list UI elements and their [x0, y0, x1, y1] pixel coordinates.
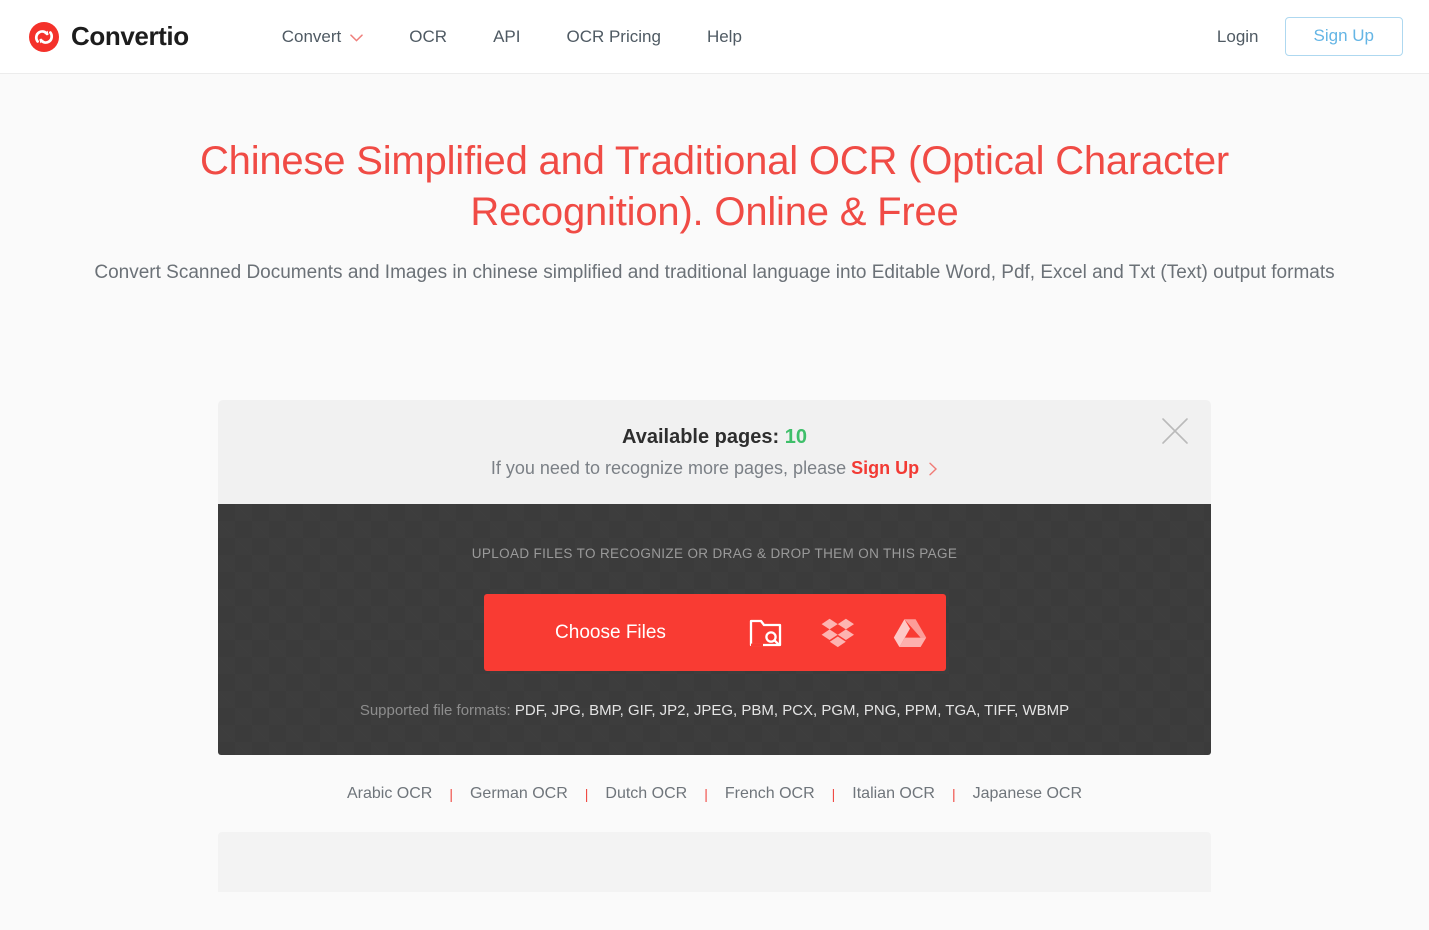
nav-item-label: OCR: [409, 26, 448, 46]
main-nav: Convert OCR API OCR Pricing Help: [259, 21, 765, 53]
signup-button[interactable]: Sign Up: [1284, 17, 1403, 56]
available-pages-count: 10: [784, 426, 807, 448]
language-link-dutch[interactable]: Dutch OCR: [588, 785, 704, 803]
brand-logo[interactable]: Convertio: [28, 21, 189, 53]
convertio-logo-icon: [28, 21, 60, 53]
chevron-down-icon: [350, 27, 364, 47]
supported-formats: Supported file formats: PDF, JPG, BMP, G…: [218, 702, 1211, 719]
nav-item-ocr-pricing[interactable]: OCR Pricing: [543, 21, 683, 53]
choose-files-bar: Choose Files: [483, 594, 946, 671]
google-drive-icon[interactable]: [874, 594, 946, 671]
language-link-arabic[interactable]: Arabic OCR: [330, 785, 449, 803]
dropbox-icon[interactable]: [802, 594, 874, 671]
nav-item-label: Convert: [281, 26, 342, 46]
dropzone-hint: UPLOAD FILES TO RECOGNIZE OR DRAG & DROP…: [471, 546, 958, 561]
nav-item-convert[interactable]: Convert: [259, 21, 387, 53]
chevron-right-icon: [919, 458, 938, 478]
language-links: Arabic OCR | German OCR | Dutch OCR | Fr…: [218, 785, 1211, 803]
upgrade-prompt-text: If you need to recognize more pages, ple…: [490, 458, 847, 478]
hero-section: Chinese Simplified and Traditional OCR (…: [0, 74, 1429, 289]
close-icon[interactable]: [1158, 414, 1192, 448]
nav-item-label: API: [493, 26, 521, 46]
login-link[interactable]: Login: [1217, 27, 1259, 47]
content-panel-below: [218, 832, 1211, 892]
language-link-japanese[interactable]: Japanese OCR: [956, 785, 1099, 803]
site-header: Convertio Convert OCR API OCR Pricing He…: [0, 0, 1429, 74]
page-subtitle: Convert Scanned Documents and Images in …: [94, 262, 1335, 283]
nav-item-help[interactable]: Help: [684, 21, 765, 53]
brand-name: Convertio: [71, 21, 189, 51]
available-pages-line: Available pages: 10: [218, 426, 1211, 449]
upload-widget: Available pages: 10 If you need to recog…: [218, 400, 1211, 755]
header-actions: Login Sign Up: [1217, 17, 1403, 56]
nav-item-label: Help: [706, 26, 742, 46]
page-title: Chinese Simplified and Traditional OCR (…: [105, 136, 1325, 238]
nav-item-ocr[interactable]: OCR: [386, 21, 470, 53]
choose-files-button[interactable]: Choose Files: [484, 622, 730, 644]
page-title-line2: Online & Free: [714, 190, 959, 234]
banner-signup-link[interactable]: Sign Up: [851, 458, 919, 478]
upgrade-prompt: If you need to recognize more pages, ple…: [218, 458, 1211, 479]
language-link-italian[interactable]: Italian OCR: [835, 785, 952, 803]
language-link-german[interactable]: German OCR: [453, 785, 585, 803]
supported-formats-label: Supported file formats:: [359, 702, 511, 719]
nav-item-label: OCR Pricing: [566, 26, 661, 46]
supported-formats-list: PDF, JPG, BMP, GIF, JP2, JPEG, PBM, PCX,…: [514, 702, 1070, 719]
language-link-french[interactable]: French OCR: [708, 785, 832, 803]
nav-item-api[interactable]: API: [470, 21, 543, 53]
available-pages-banner: Available pages: 10 If you need to recog…: [218, 400, 1211, 504]
available-pages-label: Available pages:: [622, 426, 780, 448]
from-computer-icon[interactable]: [730, 594, 802, 671]
file-dropzone[interactable]: UPLOAD FILES TO RECOGNIZE OR DRAG & DROP…: [218, 504, 1211, 755]
